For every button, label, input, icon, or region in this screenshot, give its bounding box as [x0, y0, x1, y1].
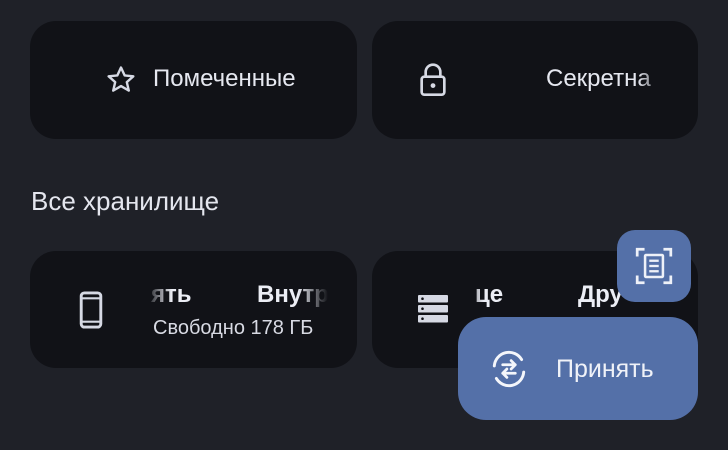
phone-icon: [76, 289, 106, 331]
sync-exchange-icon: [488, 348, 530, 390]
document-scan-icon: [632, 244, 676, 288]
secret-card[interactable]: Секретна: [372, 21, 698, 139]
scan-button[interactable]: [617, 230, 691, 302]
accept-button-label: Принять: [556, 355, 654, 383]
internal-storage-title: ять Внутр: [146, 281, 328, 311]
internal-storage-title-left: ять: [151, 281, 192, 308]
section-title-all-storage: Все хранилище: [31, 186, 220, 216]
internal-storage-free-space: Свободно 178 ГБ: [153, 317, 314, 339]
internal-storage-card[interactable]: ять Внутр Свободно 178 ГБ: [30, 251, 357, 368]
secret-label-clip: Секретна: [546, 65, 668, 97]
storage-stack-icon: [416, 293, 450, 325]
star-outline-icon: [102, 61, 140, 99]
starred-label: Помеченные: [153, 65, 296, 92]
starred-card[interactable]: Помеченные: [30, 21, 357, 139]
internal-storage-title-right: Внутр: [257, 281, 328, 308]
accept-button[interactable]: Принять: [458, 317, 698, 420]
lock-icon: [414, 60, 452, 100]
secret-label: Секретна: [546, 65, 651, 92]
other-storage-title-left: це: [475, 281, 504, 308]
